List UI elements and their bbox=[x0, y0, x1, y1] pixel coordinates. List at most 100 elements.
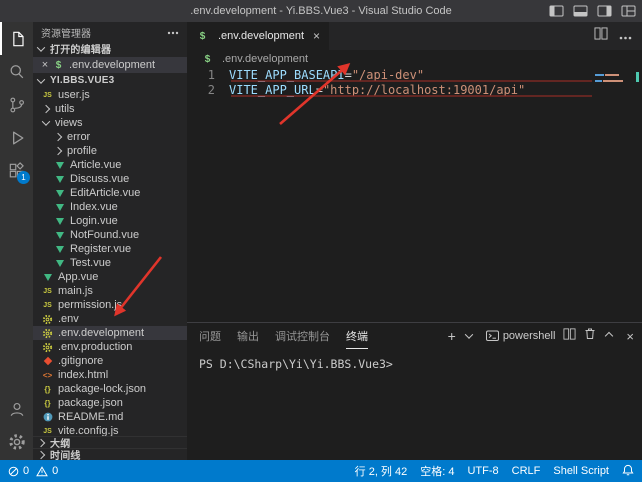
terminal-prompt[interactable]: PS D:\CSharp\Yi\Yi.BBS.Vue3> bbox=[199, 357, 393, 371]
explorer-icon[interactable] bbox=[0, 22, 33, 55]
open-editors-header[interactable]: 打开的编辑器 bbox=[33, 40, 187, 57]
kill-terminal-icon[interactable] bbox=[584, 327, 596, 345]
toggle-sidebar-icon[interactable] bbox=[549, 5, 564, 17]
file-label: Register.vue bbox=[70, 243, 131, 255]
source-control-icon[interactable] bbox=[0, 88, 33, 121]
extensions-icon[interactable]: 1 bbox=[0, 154, 33, 187]
project-root-header[interactable]: YI.BBS.VUE3 bbox=[33, 73, 187, 88]
encoding[interactable]: UTF-8 bbox=[467, 465, 498, 477]
tree-item-utils[interactable]: utils bbox=[33, 102, 187, 116]
tree-item-views[interactable]: views bbox=[33, 116, 187, 130]
split-terminal-icon[interactable] bbox=[563, 327, 576, 345]
timeline-section[interactable]: 时间线 bbox=[33, 448, 187, 460]
chevron-right-icon bbox=[42, 105, 50, 113]
settings-gear-icon[interactable] bbox=[0, 425, 33, 458]
file-label: package-lock.json bbox=[58, 383, 146, 395]
tree-item-.gitignore[interactable]: .gitignore bbox=[33, 354, 187, 368]
panel-tab-终端[interactable]: 终端 bbox=[346, 323, 368, 349]
customize-layout-icon[interactable] bbox=[621, 5, 636, 17]
tree-item-permission.js[interactable]: JSpermission.js bbox=[33, 298, 187, 312]
account-icon[interactable] bbox=[0, 392, 33, 425]
more-actions-icon[interactable] bbox=[167, 27, 179, 38]
tab-label: .env.development bbox=[218, 30, 304, 42]
panel-tab-问题[interactable]: 问题 bbox=[199, 323, 221, 349]
sidebar-bottom-sections: 大纲 时间线 bbox=[33, 436, 187, 460]
tree-item-Discuss.vue[interactable]: Discuss.vue bbox=[33, 172, 187, 186]
vue-file-icon bbox=[53, 201, 66, 214]
vue-file-icon bbox=[53, 173, 66, 186]
tree-item-package-lock.json[interactable]: {}package-lock.json bbox=[33, 382, 187, 396]
tab-close-icon[interactable]: × bbox=[313, 29, 320, 43]
file-label: index.html bbox=[58, 369, 108, 381]
panel-tab-调试控制台[interactable]: 调试控制台 bbox=[275, 323, 330, 349]
indentation[interactable]: 空格: 4 bbox=[420, 463, 454, 479]
panel-actions: + powershell × bbox=[448, 323, 634, 349]
tree-item-Article.vue[interactable]: Article.vue bbox=[33, 158, 187, 172]
tree-item-package.json[interactable]: {}package.json bbox=[33, 396, 187, 410]
toggle-panel-icon[interactable] bbox=[573, 5, 588, 17]
panel-tab-输出[interactable]: 输出 bbox=[237, 323, 259, 349]
problems-status[interactable]: 0 0 bbox=[8, 465, 58, 477]
vue-file-icon bbox=[53, 243, 66, 256]
language-mode[interactable]: Shell Script bbox=[553, 465, 609, 477]
json-file-icon: {} bbox=[41, 397, 54, 410]
git-file-icon bbox=[41, 355, 54, 368]
file-label: Index.vue bbox=[70, 201, 118, 213]
chevron-down-icon bbox=[37, 43, 45, 51]
file-label: Test.vue bbox=[70, 257, 111, 269]
tree-item-Test.vue[interactable]: Test.vue bbox=[33, 256, 187, 270]
chevron-down-icon[interactable] bbox=[465, 330, 473, 338]
eol-sequence[interactable]: CRLF bbox=[512, 465, 541, 477]
file-label: profile bbox=[67, 145, 97, 157]
tree-item-index.html[interactable]: <>index.html bbox=[33, 368, 187, 382]
more-actions-icon[interactable] bbox=[619, 27, 632, 45]
overview-ruler-mark bbox=[636, 72, 639, 82]
new-terminal-icon[interactable]: + bbox=[448, 329, 456, 343]
tree-item-App.vue[interactable]: App.vue bbox=[33, 270, 187, 284]
close-panel-icon[interactable]: × bbox=[626, 329, 634, 344]
file-label: .gitignore bbox=[58, 355, 103, 367]
gear-file-icon bbox=[41, 313, 54, 326]
terminal-profile[interactable]: powershell bbox=[486, 330, 556, 342]
tree-item-EditArticle.vue[interactable]: EditArticle.vue bbox=[33, 186, 187, 200]
tree-item-.env.development[interactable]: .env.development bbox=[33, 326, 187, 340]
activity-bar: 1 bbox=[0, 22, 33, 460]
tree-item-error[interactable]: error bbox=[33, 130, 187, 144]
js-file-icon: JS bbox=[41, 299, 54, 312]
tab-env-development[interactable]: $ .env.development × bbox=[187, 22, 329, 50]
breadcrumb[interactable]: $ .env.development bbox=[187, 50, 642, 68]
close-icon[interactable]: × bbox=[39, 59, 51, 71]
tree-item-.env.production[interactable]: .env.production bbox=[33, 340, 187, 354]
gear-file-icon bbox=[41, 327, 54, 340]
string-token: "/api-dev" bbox=[352, 68, 424, 83]
tree-item-.env[interactable]: .env bbox=[33, 312, 187, 326]
run-debug-icon[interactable] bbox=[0, 121, 33, 154]
window-title: .env.development - Yi.BBS.Vue3 - Visual … bbox=[0, 0, 642, 22]
tree-item-user.js[interactable]: JSuser.js bbox=[33, 88, 187, 102]
md-file-icon bbox=[41, 411, 54, 424]
tree-item-main.js[interactable]: JSmain.js bbox=[33, 284, 187, 298]
cursor-position[interactable]: 行 2, 列 42 bbox=[355, 463, 408, 479]
tree-item-Register.vue[interactable]: Register.vue bbox=[33, 242, 187, 256]
minimap-mark bbox=[605, 74, 619, 76]
minimap[interactable] bbox=[593, 70, 639, 110]
code-editor[interactable]: 1VITE_APP_BASEAPI="/api-dev"2VITE_APP_UR… bbox=[187, 68, 592, 98]
split-editor-icon[interactable] bbox=[594, 27, 608, 45]
vue-file-icon bbox=[53, 257, 66, 270]
js-file-icon: JS bbox=[41, 285, 54, 298]
title-bar: .env.development - Yi.BBS.Vue3 - Visual … bbox=[0, 0, 642, 22]
search-icon[interactable] bbox=[0, 55, 33, 88]
toggle-secondary-sidebar-icon[interactable] bbox=[597, 5, 612, 17]
tree-item-Index.vue[interactable]: Index.vue bbox=[33, 200, 187, 214]
tree-item-profile[interactable]: profile bbox=[33, 144, 187, 158]
file-label: .env bbox=[58, 313, 79, 325]
notifications-bell-icon[interactable] bbox=[622, 464, 634, 479]
file-label: README.md bbox=[58, 411, 123, 423]
sidebar-title-row: 资源管理器 bbox=[33, 22, 187, 40]
tree-item-NotFound.vue[interactable]: NotFound.vue bbox=[33, 228, 187, 242]
maximize-panel-icon[interactable] bbox=[605, 332, 613, 340]
tree-item-Login.vue[interactable]: Login.vue bbox=[33, 214, 187, 228]
file-label: error bbox=[67, 131, 90, 143]
tree-item-README.md[interactable]: README.md bbox=[33, 410, 187, 424]
open-editor-item[interactable]: × $ .env.development bbox=[33, 57, 187, 73]
